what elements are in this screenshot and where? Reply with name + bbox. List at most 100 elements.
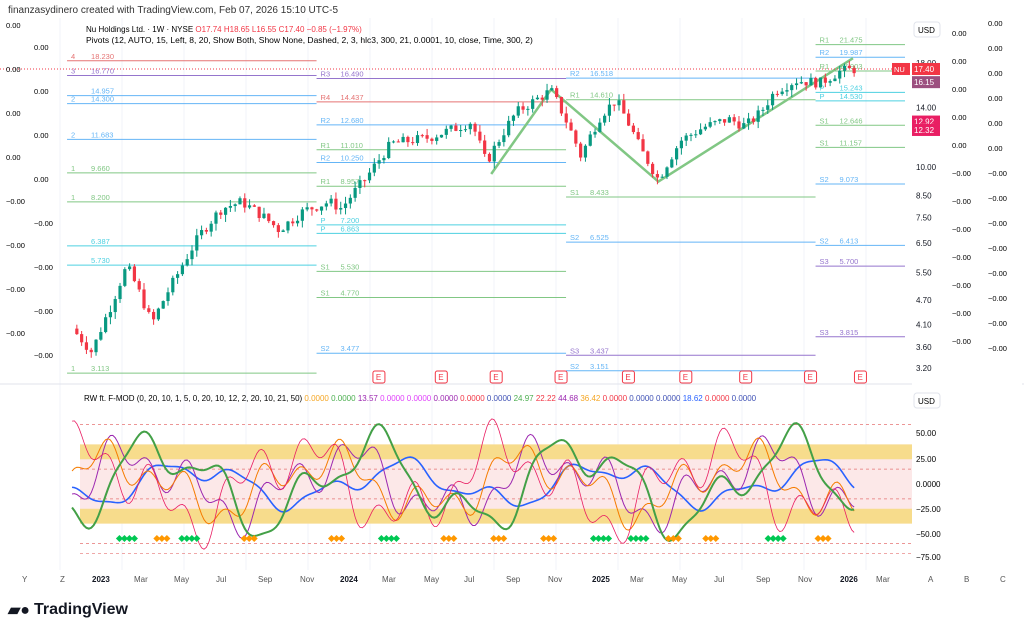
- price-tag-value: 16.15: [914, 78, 935, 87]
- earnings-marker-label: E: [683, 373, 688, 382]
- candle: [507, 120, 511, 136]
- price-tick: 4.10: [916, 320, 932, 329]
- candle: [775, 93, 779, 95]
- candle: [305, 207, 309, 210]
- candle: [262, 213, 266, 219]
- candle: [684, 135, 688, 141]
- candle: [372, 163, 376, 173]
- left-scale-tick: −0.00: [6, 285, 25, 294]
- candle: [339, 208, 343, 210]
- oscillator-pane: 50.00 25.00 0.0000 −25.00 −50.00 −75.00 USD: [71, 392, 941, 562]
- right-scale-b-tick: −0.00: [988, 219, 1007, 228]
- earnings-marker-label: E: [808, 373, 813, 382]
- candle: [737, 121, 741, 129]
- pivot-level-value: 9.660: [91, 164, 110, 173]
- earnings-marker-label: E: [625, 373, 630, 382]
- osc-orange-signal: [824, 534, 832, 543]
- osc-orange-signal: [337, 534, 346, 543]
- candle: [622, 100, 626, 114]
- pivot-levels: R1 21.475R2 19.987R1 17.903P 15.243P 14.530S1…: [67, 36, 905, 374]
- candle: [300, 209, 304, 221]
- pivot-level-label: S2: [820, 175, 829, 184]
- time-tick: Mar: [630, 575, 644, 584]
- candle: [80, 334, 84, 343]
- right-scale-b-tick: 0.00: [988, 69, 1003, 78]
- right-scale-b-tick: −0.00: [988, 319, 1007, 328]
- candle: [348, 197, 352, 204]
- osc-green-signal: [193, 534, 201, 543]
- candle: [367, 172, 372, 181]
- price-tag-value: 12.32: [914, 126, 935, 135]
- candle: [487, 153, 492, 162]
- osc-legend-value: 24.97: [511, 394, 534, 403]
- candle: [751, 118, 755, 122]
- candle: [214, 212, 218, 224]
- osc-legend-value: 0.0000: [378, 394, 405, 403]
- left-scale-tick: −0.00: [6, 197, 25, 206]
- time-tick: Nov: [300, 575, 314, 584]
- pivot-level-label: 1: [71, 193, 75, 202]
- candle: [108, 312, 113, 318]
- candle: [142, 289, 146, 309]
- candle: [593, 131, 597, 135]
- price-tag-value: 17.40: [914, 65, 935, 74]
- osc-green-signal: [779, 534, 787, 543]
- candle: [598, 122, 602, 132]
- candle: [742, 123, 746, 129]
- candle: [334, 198, 338, 210]
- symbol-tag-label: NU: [894, 65, 905, 74]
- left-scale-tick: 0.00: [6, 21, 21, 30]
- pivot-level-value: 11.010: [341, 141, 363, 150]
- candle: [526, 108, 530, 110]
- time-tick: 2025: [592, 575, 610, 584]
- time-tick: Mar: [876, 575, 890, 584]
- pivot-level-label: R1: [820, 36, 830, 45]
- oscillator-legend: RW ft. F-MOD (0, 20, 10, 1, 5, 0, 20, 10…: [84, 394, 757, 403]
- candle: [175, 274, 180, 278]
- candle: [468, 123, 472, 130]
- left-scale-tick: 0.00: [34, 131, 49, 140]
- osc-legend-value: 0.0000: [458, 394, 485, 403]
- earnings-marker-label: E: [438, 373, 443, 382]
- pivot-level-label: R1: [820, 62, 830, 71]
- right-scale-a-tick: −0.00: [952, 253, 971, 262]
- pivot-level-value: 5.700: [840, 257, 859, 266]
- candle: [627, 113, 631, 126]
- price-tick: 3.20: [916, 364, 932, 373]
- price-tick: 3.60: [916, 343, 932, 352]
- candle: [698, 129, 703, 135]
- candle: [209, 223, 213, 232]
- candle: [435, 137, 439, 141]
- candle: [171, 277, 175, 293]
- pivot-level-value: 8.433: [590, 188, 609, 197]
- osc-legend-value: 44.68: [556, 394, 579, 403]
- candle: [555, 88, 559, 98]
- candle: [833, 78, 837, 82]
- candle: [722, 119, 727, 123]
- pivot-level-label: S3: [820, 257, 829, 266]
- tradingview-logo[interactable]: ▰● TradingView: [8, 600, 128, 620]
- osc-legend-value: 0.0000: [729, 394, 756, 403]
- pivot-level-value: 14.300: [91, 95, 114, 104]
- right-scale-a-tick: 0.00: [952, 113, 967, 122]
- chart-canvas[interactable]: R1 21.475R2 19.987R1 17.903P 15.243P 14.530S1…: [0, 0, 1024, 600]
- time-tick: Sep: [258, 575, 273, 584]
- candle: [574, 130, 578, 144]
- time-tick: A: [928, 575, 934, 584]
- candle: [286, 221, 290, 231]
- right-scale-a-tick: 0.00: [952, 29, 967, 38]
- right-scale-b-tick: 0.00: [988, 19, 1003, 28]
- osc-legend-value: 22.22: [534, 394, 557, 403]
- pivot-level-value: 8.200: [91, 193, 110, 202]
- candle: [271, 221, 276, 226]
- candle: [641, 139, 645, 152]
- time-tick: Nov: [548, 575, 562, 584]
- candle: [583, 145, 588, 158]
- candle: [147, 308, 151, 312]
- osc-legend-value: 0.0000: [431, 394, 458, 403]
- candle: [128, 266, 132, 270]
- currency-label: USD: [918, 26, 935, 35]
- candle: [550, 88, 554, 91]
- candle: [247, 205, 252, 208]
- right-scale-b-tick: −0.00: [988, 244, 1007, 253]
